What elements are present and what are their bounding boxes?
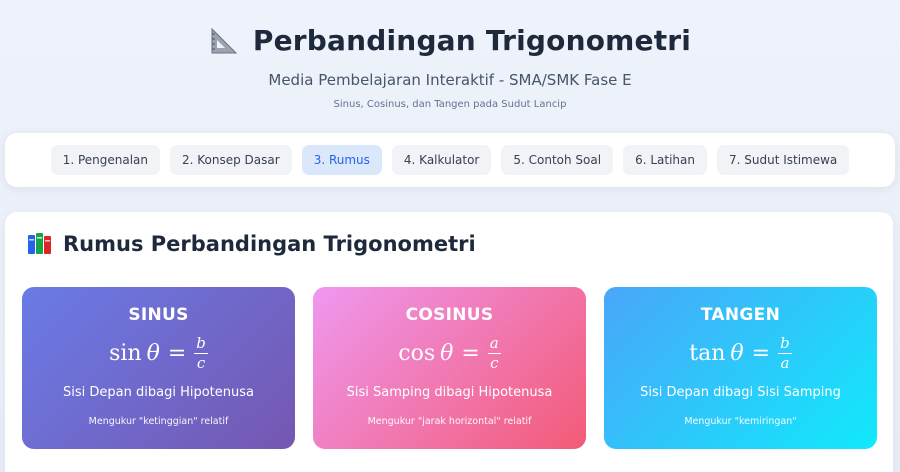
sinus-card: SINUS sin θ = b c Sisi Depan dibagi Hipo… xyxy=(22,287,295,449)
formula-function: sin xyxy=(109,340,142,366)
formula-fraction: b a xyxy=(778,333,792,372)
formula-fraction: a c xyxy=(487,333,501,372)
tab-sudut-istimewa[interactable]: 7. Sudut Istimewa xyxy=(716,145,850,175)
title-row: Perbandingan Trigonometri xyxy=(0,24,900,57)
fraction-numerator: b xyxy=(778,333,792,354)
card-description: Sisi Samping dibagi Hipotenusa xyxy=(346,385,553,400)
formula-equals: = xyxy=(167,340,187,366)
formula-theta: θ xyxy=(730,340,744,366)
fraction-numerator: a xyxy=(487,333,501,354)
books-icon xyxy=(28,233,51,254)
fraction-denominator: a xyxy=(780,353,790,372)
tab-latihan[interactable]: 6. Latihan xyxy=(623,145,707,175)
page-subnote: Sinus, Cosinus, dan Tangen pada Sudut La… xyxy=(333,99,567,110)
card-title: SINUS xyxy=(128,305,189,325)
section-heading: Rumus Perbandingan Trigonometri xyxy=(27,232,476,256)
section-title: Rumus Perbandingan Trigonometri xyxy=(63,232,476,256)
fraction-denominator: c xyxy=(490,353,499,372)
page-subtitle: Media Pembelajaran Interaktif - SMA/SMK … xyxy=(268,71,632,89)
fraction-numerator: b xyxy=(194,333,208,354)
formula-theta: θ xyxy=(146,340,160,366)
tab-konsep-dasar[interactable]: 2. Konsep Dasar xyxy=(170,145,292,175)
card-note: Mengukur "ketinggian" relatif xyxy=(88,416,229,427)
triangular-ruler-icon xyxy=(211,27,238,53)
page-title: Perbandingan Trigonometri xyxy=(252,24,692,57)
card-note: Mengukur "kemiringan" xyxy=(684,416,797,427)
fraction-denominator: c xyxy=(196,353,206,372)
tangen-formula: tan θ = b a xyxy=(604,333,877,373)
page-header: Perbandingan Trigonometri Media Pembelaj… xyxy=(0,0,900,110)
card-note: Mengukur "jarak horizontal" relatif xyxy=(367,416,532,427)
sinus-formula: sin θ = b c xyxy=(22,333,295,373)
cosinus-formula: cos θ = a c xyxy=(313,333,586,373)
card-title: COSINUS xyxy=(405,305,494,325)
tab-rumus[interactable]: 3. Rumus xyxy=(301,145,382,175)
formula-theta: θ xyxy=(440,340,454,366)
formula-equals: = xyxy=(461,340,480,366)
card-description: Sisi Depan dibagi Hipotenusa xyxy=(63,385,254,400)
formula-equals: = xyxy=(751,340,771,366)
card-description: Sisi Depan dibagi Sisi Samping xyxy=(640,385,841,400)
content-panel: Rumus Perbandingan Trigonometri SINUS si… xyxy=(5,212,893,472)
cosinus-card: COSINUS cos θ = a c Sisi Samping dibagi … xyxy=(313,287,586,449)
formula-function: cos xyxy=(398,340,436,366)
tab-pengenalan[interactable]: 1. Pengenalan xyxy=(50,145,160,175)
formula-fraction: b c xyxy=(194,333,208,372)
card-title: TANGEN xyxy=(700,305,781,325)
tangen-card: TANGEN tan θ = b a Sisi Depan dibagi Sis… xyxy=(604,287,877,449)
tab-kalkulator[interactable]: 4. Kalkulator xyxy=(391,145,492,175)
tab-contoh-soal[interactable]: 5. Contoh Soal xyxy=(501,145,614,175)
section-nav: 1. Pengenalan 2. Konsep Dasar 3. Rumus 4… xyxy=(5,133,895,187)
formula-function: tan xyxy=(689,340,726,366)
